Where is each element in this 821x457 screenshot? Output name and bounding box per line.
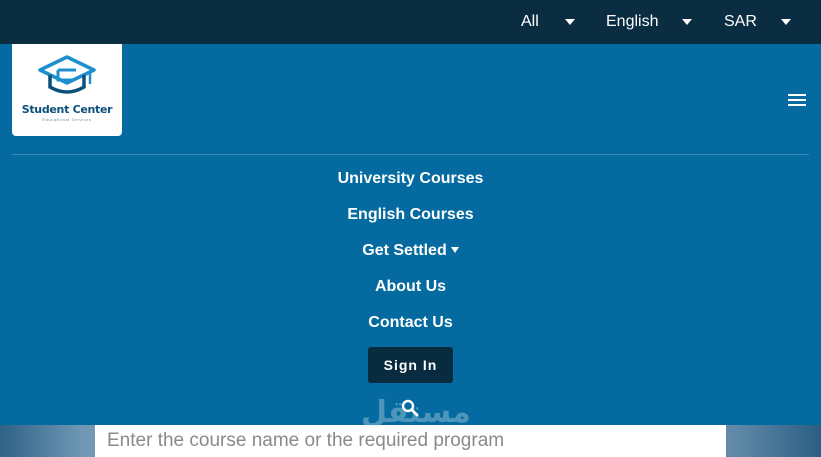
- caret-down-icon: [564, 19, 575, 25]
- caret-down-icon: [682, 19, 693, 25]
- nav-panel: Student Center Educational Services Univ…: [0, 44, 821, 425]
- currency-select[interactable]: SAR: [724, 0, 791, 44]
- logo[interactable]: Student Center Educational Services: [12, 44, 122, 136]
- menu-toggle-button[interactable]: [788, 94, 806, 106]
- top-bar: All English SAR: [0, 0, 821, 44]
- menu-item-label: Get Settled: [362, 242, 447, 259]
- menu-item-university-courses[interactable]: University Courses: [0, 170, 821, 188]
- course-search-input[interactable]: [95, 425, 726, 457]
- category-select-label: All: [521, 13, 539, 30]
- graduation-cap-logo-icon: [38, 55, 96, 94]
- caret-down-icon: [450, 246, 459, 253]
- nav-divider: [12, 154, 809, 155]
- hamburger-line: [788, 94, 806, 96]
- hamburger-line: [788, 104, 806, 106]
- caret-down-icon: [780, 19, 791, 25]
- logo-name: Student Center: [21, 103, 113, 116]
- menu-item-label: About Us: [374, 278, 447, 295]
- currency-select-label: SAR: [724, 13, 757, 30]
- menu-item-label: English Courses: [347, 206, 474, 223]
- category-select[interactable]: All: [521, 0, 575, 44]
- search-icon[interactable]: [401, 399, 419, 417]
- language-select[interactable]: English: [606, 0, 693, 44]
- menu-item-label: University Courses: [337, 170, 484, 187]
- logo-tagline: Educational Services: [42, 117, 92, 122]
- menu-item-english-courses[interactable]: English Courses: [0, 206, 821, 224]
- menu-item-contact-us[interactable]: Contact Us: [0, 314, 821, 332]
- menu-item-about-us[interactable]: About Us: [0, 278, 821, 296]
- menu-item-get-settled[interactable]: Get Settled: [0, 242, 821, 260]
- sign-in-button[interactable]: Sign In: [368, 347, 453, 383]
- language-select-label: English: [606, 13, 659, 30]
- menu-item-label: Contact Us: [368, 314, 453, 331]
- hamburger-line: [788, 99, 806, 101]
